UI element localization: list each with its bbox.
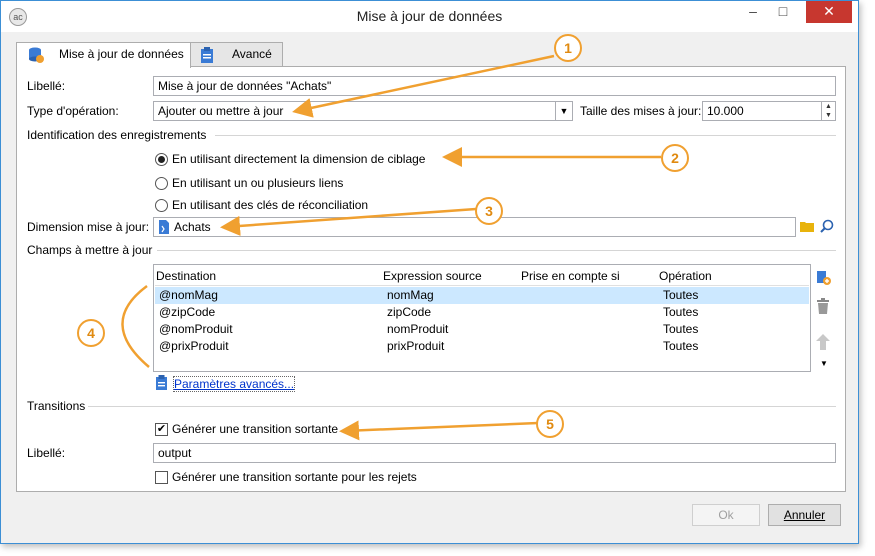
callout-1: 1 xyxy=(554,34,582,62)
table-row[interactable]: @prixProduit prixProduit Toutes xyxy=(155,338,809,355)
radio-liens-label[interactable]: En utilisant un ou plusieurs liens xyxy=(172,176,343,190)
column-header-operation[interactable]: Opération xyxy=(659,269,712,283)
divider xyxy=(215,135,836,136)
table-row[interactable]: @nomMag nomMag Toutes xyxy=(155,287,809,304)
libelle-input[interactable]: Mise à jour de données "Achats" xyxy=(153,76,836,96)
cell-expression: nomProduit xyxy=(387,322,449,336)
radio-dimension-ciblage-label[interactable]: En utilisant directement la dimension de… xyxy=(172,152,425,166)
tab-label: Avancé xyxy=(232,47,272,61)
radio-cles-label[interactable]: En utilisant des clés de réconciliation xyxy=(172,198,368,212)
column-header-condition[interactable]: Prise en compte si xyxy=(521,269,620,283)
database-update-icon xyxy=(29,47,44,63)
cell-destination: @prixProduit xyxy=(159,339,229,353)
cell-destination: @zipCode xyxy=(159,305,216,319)
type-operation-value: Ajouter ou mettre à jour xyxy=(158,104,284,118)
more-options-icon[interactable]: ▼ xyxy=(820,359,828,368)
divider xyxy=(88,406,836,407)
radio-liens[interactable] xyxy=(155,177,168,190)
taille-value: 10.000 xyxy=(707,104,744,118)
folder-icon[interactable] xyxy=(800,220,814,232)
callout-5: 5 xyxy=(536,410,564,438)
cell-expression: prixProduit xyxy=(387,339,445,353)
maximize-button[interactable]: □ xyxy=(768,1,798,23)
transition-label-input[interactable]: output xyxy=(153,443,836,463)
transitions-title: Transitions xyxy=(27,399,86,413)
chevron-down-icon[interactable]: ▼ xyxy=(555,102,572,120)
search-icon[interactable] xyxy=(820,219,834,233)
tab-avance[interactable]: Avancé xyxy=(189,42,283,67)
champs-title: Champs à mettre à jour xyxy=(27,243,153,257)
dimension-label: Dimension mise à jour: xyxy=(27,220,150,234)
dialog-window: ac Mise à jour de données – □ ✕ Mise à j… xyxy=(0,0,859,544)
radio-dimension-ciblage[interactable] xyxy=(155,153,168,166)
schema-icon xyxy=(159,220,169,234)
header-divider xyxy=(155,285,809,286)
tab-mise-a-jour[interactable]: Mise à jour de données xyxy=(16,42,191,68)
cell-operation: Toutes xyxy=(663,288,699,302)
fields-grid: Destination Expression source Prise en c… xyxy=(153,264,811,372)
radio-cles[interactable] xyxy=(155,199,168,212)
cancel-button[interactable]: Annuler xyxy=(768,504,841,526)
add-field-icon[interactable] xyxy=(815,269,831,285)
generate-transition-checkbox[interactable]: ✔ xyxy=(155,423,168,436)
tab-label: Mise à jour de données xyxy=(59,47,184,61)
clipboard-icon xyxy=(201,47,213,63)
type-operation-select[interactable]: Ajouter ou mettre à jour ▼ xyxy=(153,101,573,121)
title-bar: ac Mise à jour de données – □ ✕ xyxy=(1,1,858,32)
libelle2-label: Libellé: xyxy=(27,446,66,460)
cell-operation: Toutes xyxy=(663,322,699,336)
dimension-value: Achats xyxy=(174,220,211,234)
cell-expression: nomMag xyxy=(387,288,434,302)
dimension-input[interactable]: Achats xyxy=(153,217,796,237)
callout-4: 4 xyxy=(77,319,105,347)
minimize-button[interactable]: – xyxy=(738,1,768,23)
table-row[interactable]: @nomProduit nomProduit Toutes xyxy=(155,321,809,338)
cell-expression: zipCode xyxy=(387,305,432,319)
ok-button[interactable]: Ok xyxy=(692,504,760,526)
taille-input[interactable]: 10.000 ▲ ▼ xyxy=(702,101,836,121)
column-header-expression[interactable]: Expression source xyxy=(383,269,482,283)
divider xyxy=(157,250,836,251)
libelle-label: Libellé: xyxy=(27,79,66,93)
generate-transition-label[interactable]: Générer une transition sortante xyxy=(172,422,338,436)
generate-rejects-checkbox[interactable] xyxy=(155,471,168,484)
table-row[interactable]: @zipCode zipCode Toutes xyxy=(155,304,809,321)
arrow-up-icon[interactable] xyxy=(816,334,830,350)
spinner-arrows-icon[interactable]: ▲ ▼ xyxy=(821,102,835,120)
callout-3: 3 xyxy=(475,197,503,225)
window-title: Mise à jour de données xyxy=(356,8,503,24)
advanced-settings-link[interactable]: Paramètres avancés... xyxy=(173,376,296,392)
cell-operation: Toutes xyxy=(663,305,699,319)
generate-rejects-label[interactable]: Générer une transition sortante pour les… xyxy=(172,470,417,484)
close-button[interactable]: ✕ xyxy=(806,1,852,23)
column-header-destination[interactable]: Destination xyxy=(156,269,216,283)
cell-destination: @nomMag xyxy=(159,288,218,302)
type-operation-label: Type d'opération: xyxy=(27,104,119,118)
cell-operation: Toutes xyxy=(663,339,699,353)
trash-icon[interactable] xyxy=(816,298,830,314)
identification-title: Identification des enregistrements xyxy=(27,128,207,142)
taille-label: Taille des mises à jour: xyxy=(580,104,702,118)
clipboard-icon xyxy=(156,375,167,390)
callout-2: 2 xyxy=(661,144,689,172)
cell-destination: @nomProduit xyxy=(159,322,233,336)
